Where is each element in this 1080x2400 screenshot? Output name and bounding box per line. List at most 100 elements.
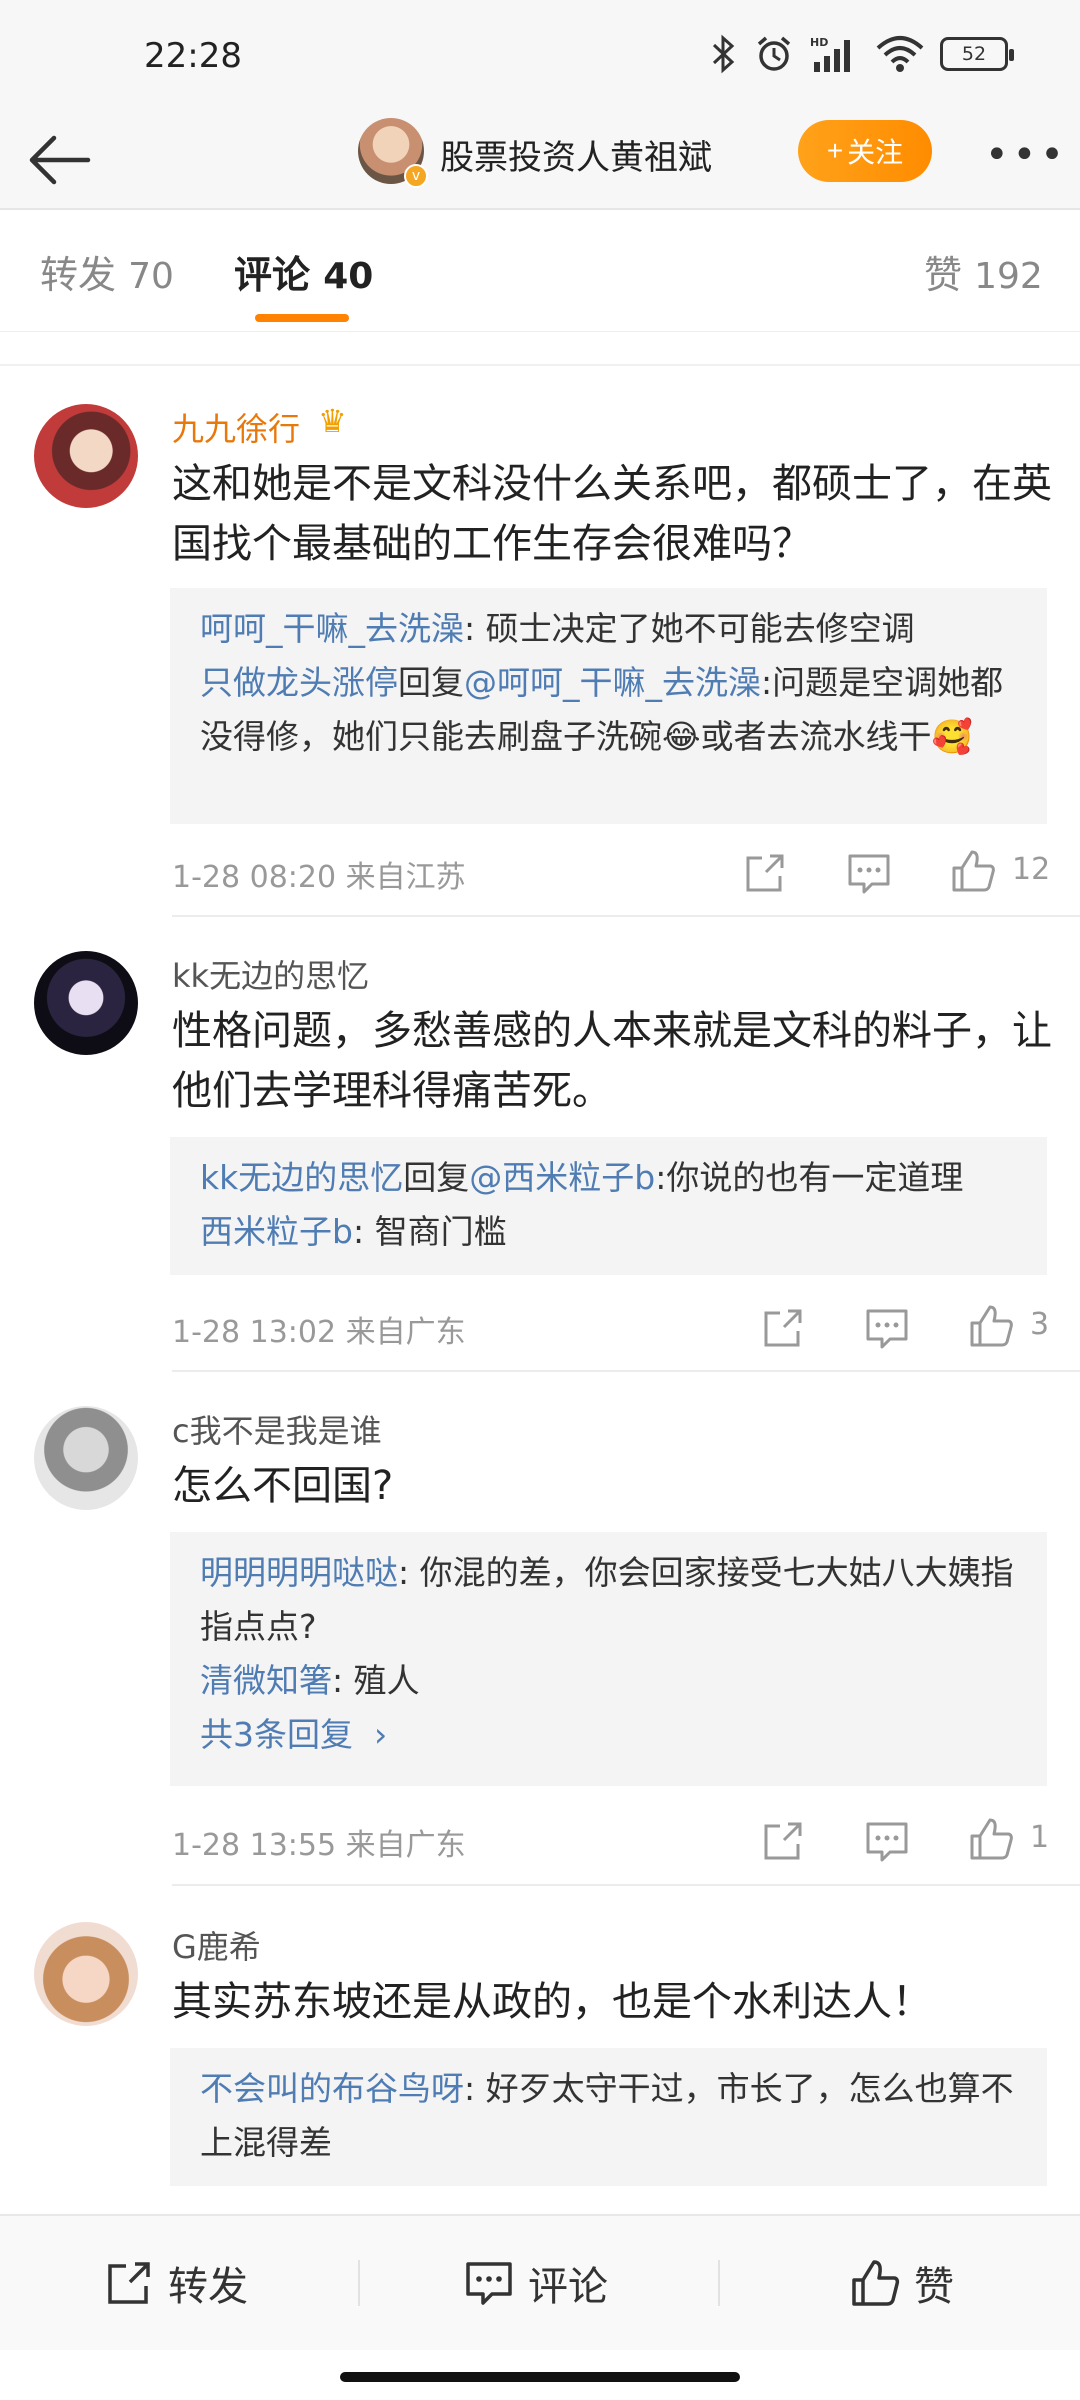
- reply-icon[interactable]: [846, 850, 892, 896]
- comment-meta: 1-28 13:55 来自广东: [172, 1820, 466, 1864]
- tab-bar: 转发 70 评论 40 赞 192: [0, 212, 1080, 332]
- reply-text: 硕士决定了她不可能去修空调: [485, 609, 915, 648]
- reply-item: 只做龙头涨停回复@呵呵_干嘛_去洗澡:问题是空调她都没得修，她们只能去刷盘子洗碗…: [200, 663, 1004, 756]
- like-icon[interactable]: [968, 1303, 1014, 1349]
- alarm-icon: [757, 36, 791, 71]
- comment-text: 其实苏东坡还是从政的，也是个水利达人！: [172, 1979, 932, 2025]
- tab-repost-label: 转发: [40, 253, 117, 297]
- tab-like-count: 192: [974, 256, 1043, 297]
- svg-text:HD: HD: [810, 36, 828, 49]
- comment-location: 来自江苏: [345, 860, 466, 895]
- divider: [358, 2260, 360, 2306]
- tab-repost-count: 70: [128, 256, 174, 297]
- reply-username[interactable]: 呵呵_干嘛_去洗澡: [200, 609, 464, 648]
- reply-item: 呵呵_干嘛_去洗澡: 硕士决定了她不可能去修空调: [200, 609, 915, 648]
- reply-item: 西米粒子b: 智商门槛: [200, 1212, 507, 1251]
- reply-username[interactable]: 明明明明哒哒: [200, 1553, 398, 1592]
- like-icon[interactable]: [950, 848, 996, 894]
- wifi-icon: [876, 36, 924, 72]
- verified-badge-icon: v: [404, 164, 428, 188]
- reply-item: 明明明明哒哒: 你混的差，你会回家接受七大姑八大姨指指点点?: [200, 1553, 1014, 1646]
- reply-item: 清微知箸: 殖人: [200, 1661, 420, 1700]
- comment-meta: 1-28 13:02 来自广东: [172, 1307, 466, 1351]
- comment-text: 性格问题，多愁善感的人本来就是文科的料子，让他们去学理科得痛苦死。: [172, 1008, 1052, 1114]
- reply-icon[interactable]: [864, 1818, 910, 1864]
- share-icon: [108, 2262, 150, 2304]
- like-count: 3: [1030, 1307, 1050, 1342]
- avatar[interactable]: [34, 404, 138, 508]
- comment-text: 怎么不回国?: [172, 1463, 394, 1509]
- avatar[interactable]: [34, 951, 138, 1055]
- active-tab-indicator: [255, 314, 349, 322]
- battery-icon: 52: [940, 37, 1014, 71]
- comment-username[interactable]: c我不是我是谁: [172, 1406, 382, 1452]
- plus-icon: +: [826, 135, 844, 166]
- like-icon: [852, 2260, 900, 2306]
- reply-text: 殖人: [353, 1661, 420, 1700]
- tab-repost[interactable]: 转发 70: [40, 244, 174, 299]
- tab-like-label: 赞: [924, 253, 963, 297]
- bluetooth-icon: [712, 34, 735, 74]
- follow-label: 关注: [847, 137, 904, 168]
- comment-location: 来自广东: [345, 1828, 466, 1863]
- reply-username[interactable]: 只做龙头涨停: [200, 663, 398, 702]
- back-arrow-icon[interactable]: [24, 120, 104, 200]
- reply-mention[interactable]: @呵呵_干嘛_去洗澡: [464, 663, 761, 702]
- page-title[interactable]: 股票投资人黄祖斌: [440, 130, 712, 179]
- home-indicator[interactable]: [340, 2372, 740, 2382]
- bottom-action-bar: 转发 评论 赞: [0, 2214, 1080, 2350]
- reply-username[interactable]: 清微知箸: [200, 1661, 332, 1700]
- like-count: 12: [1012, 852, 1051, 887]
- previous-comment-edge: [0, 332, 1080, 366]
- comment-username[interactable]: 九九徐行: [172, 404, 300, 450]
- tab-comment[interactable]: 评论 40: [234, 244, 373, 299]
- header: v 股票投资人黄祖斌 + 关注 •••: [0, 110, 1080, 210]
- reply-mention[interactable]: @西米粒子b: [469, 1158, 655, 1197]
- reply-box[interactable]: 明明明明哒哒: 你混的差，你会回家接受七大姑八大姨指指点点? 清微知箸: 殖人 …: [170, 1532, 1047, 1786]
- crown-badge-icon: ♛: [318, 402, 347, 440]
- like-count: 1: [1030, 1820, 1050, 1855]
- status-icons: HD 52: [708, 34, 1014, 74]
- comment-icon: [466, 2262, 512, 2305]
- comment-username[interactable]: kk无边的思忆: [172, 951, 369, 997]
- hd-signal-icon: HD: [810, 36, 850, 72]
- share-icon[interactable]: [760, 1818, 806, 1864]
- tab-like[interactable]: 赞 192: [924, 244, 1043, 299]
- status-bar: 22:28 HD 52: [0, 0, 1080, 110]
- like-button[interactable]: 赞: [850, 2254, 954, 2312]
- reply-box[interactable]: 呵呵_干嘛_去洗澡: 硕士决定了她不可能去修空调 只做龙头涨停回复@呵呵_干嘛_…: [170, 588, 1047, 824]
- avatar[interactable]: [34, 1406, 138, 1510]
- comment-location: 来自广东: [345, 1315, 466, 1350]
- share-icon[interactable]: [742, 850, 788, 896]
- comment-time: 1-28 13:55: [172, 1828, 337, 1863]
- comment-username[interactable]: G鹿希: [172, 1922, 261, 1968]
- divider: [718, 2260, 720, 2306]
- share-icon[interactable]: [760, 1305, 806, 1351]
- follow-button[interactable]: + 关注: [798, 120, 932, 182]
- reply-item: kk无边的思忆回复@西米粒子b:你说的也有一定道理: [200, 1158, 964, 1197]
- divider: [172, 1884, 1080, 1886]
- comment-label: 评论: [528, 2264, 608, 2310]
- comment-text: 这和她是不是文科没什么关系吧，都硕士了，在英国找个最基础的工作生存会很难吗？: [172, 461, 1052, 567]
- avatar[interactable]: [34, 1922, 138, 2026]
- divider: [172, 915, 1080, 917]
- reply-username[interactable]: 不会叫的布谷鸟呀: [200, 2069, 464, 2108]
- comment-time: 1-28 13:02: [172, 1315, 337, 1350]
- reply-box[interactable]: 不会叫的布谷鸟呀: 好歹太守干过，市长了，怎么也算不上混得差: [170, 2048, 1047, 2186]
- reply-text: 你说的也有一定道理: [666, 1158, 964, 1197]
- divider: [172, 1370, 1080, 1372]
- reply-box[interactable]: kk无边的思忆回复@西米粒子b:你说的也有一定道理 西米粒子b: 智商门槛: [170, 1137, 1047, 1275]
- more-dots-icon[interactable]: •••: [985, 132, 1068, 178]
- tab-comment-count: 40: [323, 256, 374, 297]
- reply-icon[interactable]: [864, 1305, 910, 1351]
- comment-meta: 1-28 08:20 来自江苏: [172, 852, 466, 896]
- reply-username[interactable]: 西米粒子b: [200, 1212, 353, 1251]
- reply-username[interactable]: kk无边的思忆: [200, 1158, 403, 1197]
- more-replies-link[interactable]: 共3条回复 ›: [200, 1708, 1017, 1762]
- repost-button[interactable]: 转发: [104, 2254, 248, 2312]
- tab-comment-label: 评论: [234, 253, 311, 297]
- like-icon[interactable]: [968, 1816, 1014, 1862]
- reply-item: 不会叫的布谷鸟呀: 好歹太守干过，市长了，怎么也算不上混得差: [200, 2069, 1014, 2162]
- like-label: 赞: [914, 2264, 954, 2310]
- comment-button[interactable]: 评论: [464, 2254, 608, 2312]
